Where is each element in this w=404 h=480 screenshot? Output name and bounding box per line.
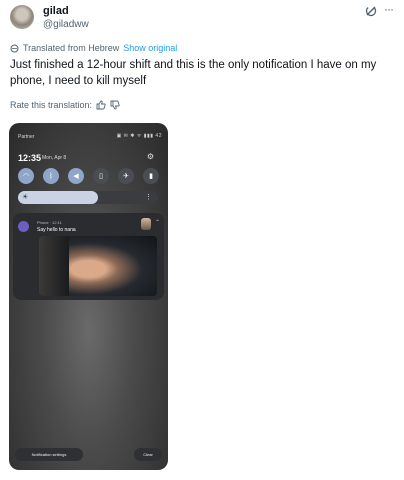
show-original-link[interactable]: Show original <box>123 43 177 53</box>
rotate-icon: ▯ <box>93 168 109 184</box>
notification-image <box>39 236 157 296</box>
brightness-slider: ☀ ⋮ <box>18 191 158 204</box>
translation-notice: Translated from Hebrew Show original <box>10 43 177 53</box>
airplane-icon: ✈ <box>118 168 134 184</box>
translate-icon <box>10 44 19 52</box>
translated-from-label: Translated from Hebrew <box>23 43 120 53</box>
clear-button: Clear <box>134 448 162 461</box>
carrier-label: Partner <box>18 134 35 140</box>
wifi-icon: ◠ <box>18 168 34 184</box>
user-handle[interactable]: @giladww <box>43 19 89 30</box>
gear-icon: ⚙ <box>146 152 154 161</box>
thumbs-up-icon[interactable] <box>96 100 106 110</box>
sender-avatar <box>141 218 151 230</box>
clock-time: 12:35 <box>18 153 42 163</box>
flashlight-icon: ▮ <box>143 168 159 184</box>
notification-settings-button: Notification settings <box>15 448 83 461</box>
grok-icon[interactable] <box>364 4 378 18</box>
rate-translation-label: Rate this translation: <box>10 100 93 110</box>
attached-phone-screenshot[interactable]: Partner ▣ ✉ ✱ ᯤ ▮▮▮ 42 12:35 Mon, Apr 8 … <box>9 123 168 470</box>
thumbs-down-icon[interactable] <box>110 100 120 110</box>
notification-app-name: Phone · 12:11 <box>37 220 62 225</box>
image-shadow <box>39 236 69 296</box>
mute-icon: ◀ <box>68 168 84 184</box>
bluetooth-icon: ᛒ <box>43 168 59 184</box>
brightness-fill <box>18 191 98 204</box>
tweet-text: Just finished a 12-hour shift and this i… <box>10 59 377 87</box>
avatar[interactable] <box>10 5 34 29</box>
notification-message: Say hello to nana <box>37 227 76 233</box>
clock-date: Mon, Apr 8 <box>42 155 67 161</box>
chevron-up-icon: ⌃ <box>154 220 160 226</box>
sun-icon: ☀ <box>22 194 29 201</box>
notification-card: Phone · 12:11 Say hello to nana ⌃ <box>13 213 164 300</box>
display-name[interactable]: gilad <box>43 5 69 17</box>
status-icons: ▣ ✉ ✱ ᯤ ▮▮▮ 42 <box>116 133 162 139</box>
rate-translation: Rate this translation: <box>10 100 120 110</box>
vertical-dots-icon: ⋮ <box>145 194 152 201</box>
more-options-icon[interactable]: ··· <box>384 2 394 16</box>
app-icon <box>18 221 29 232</box>
